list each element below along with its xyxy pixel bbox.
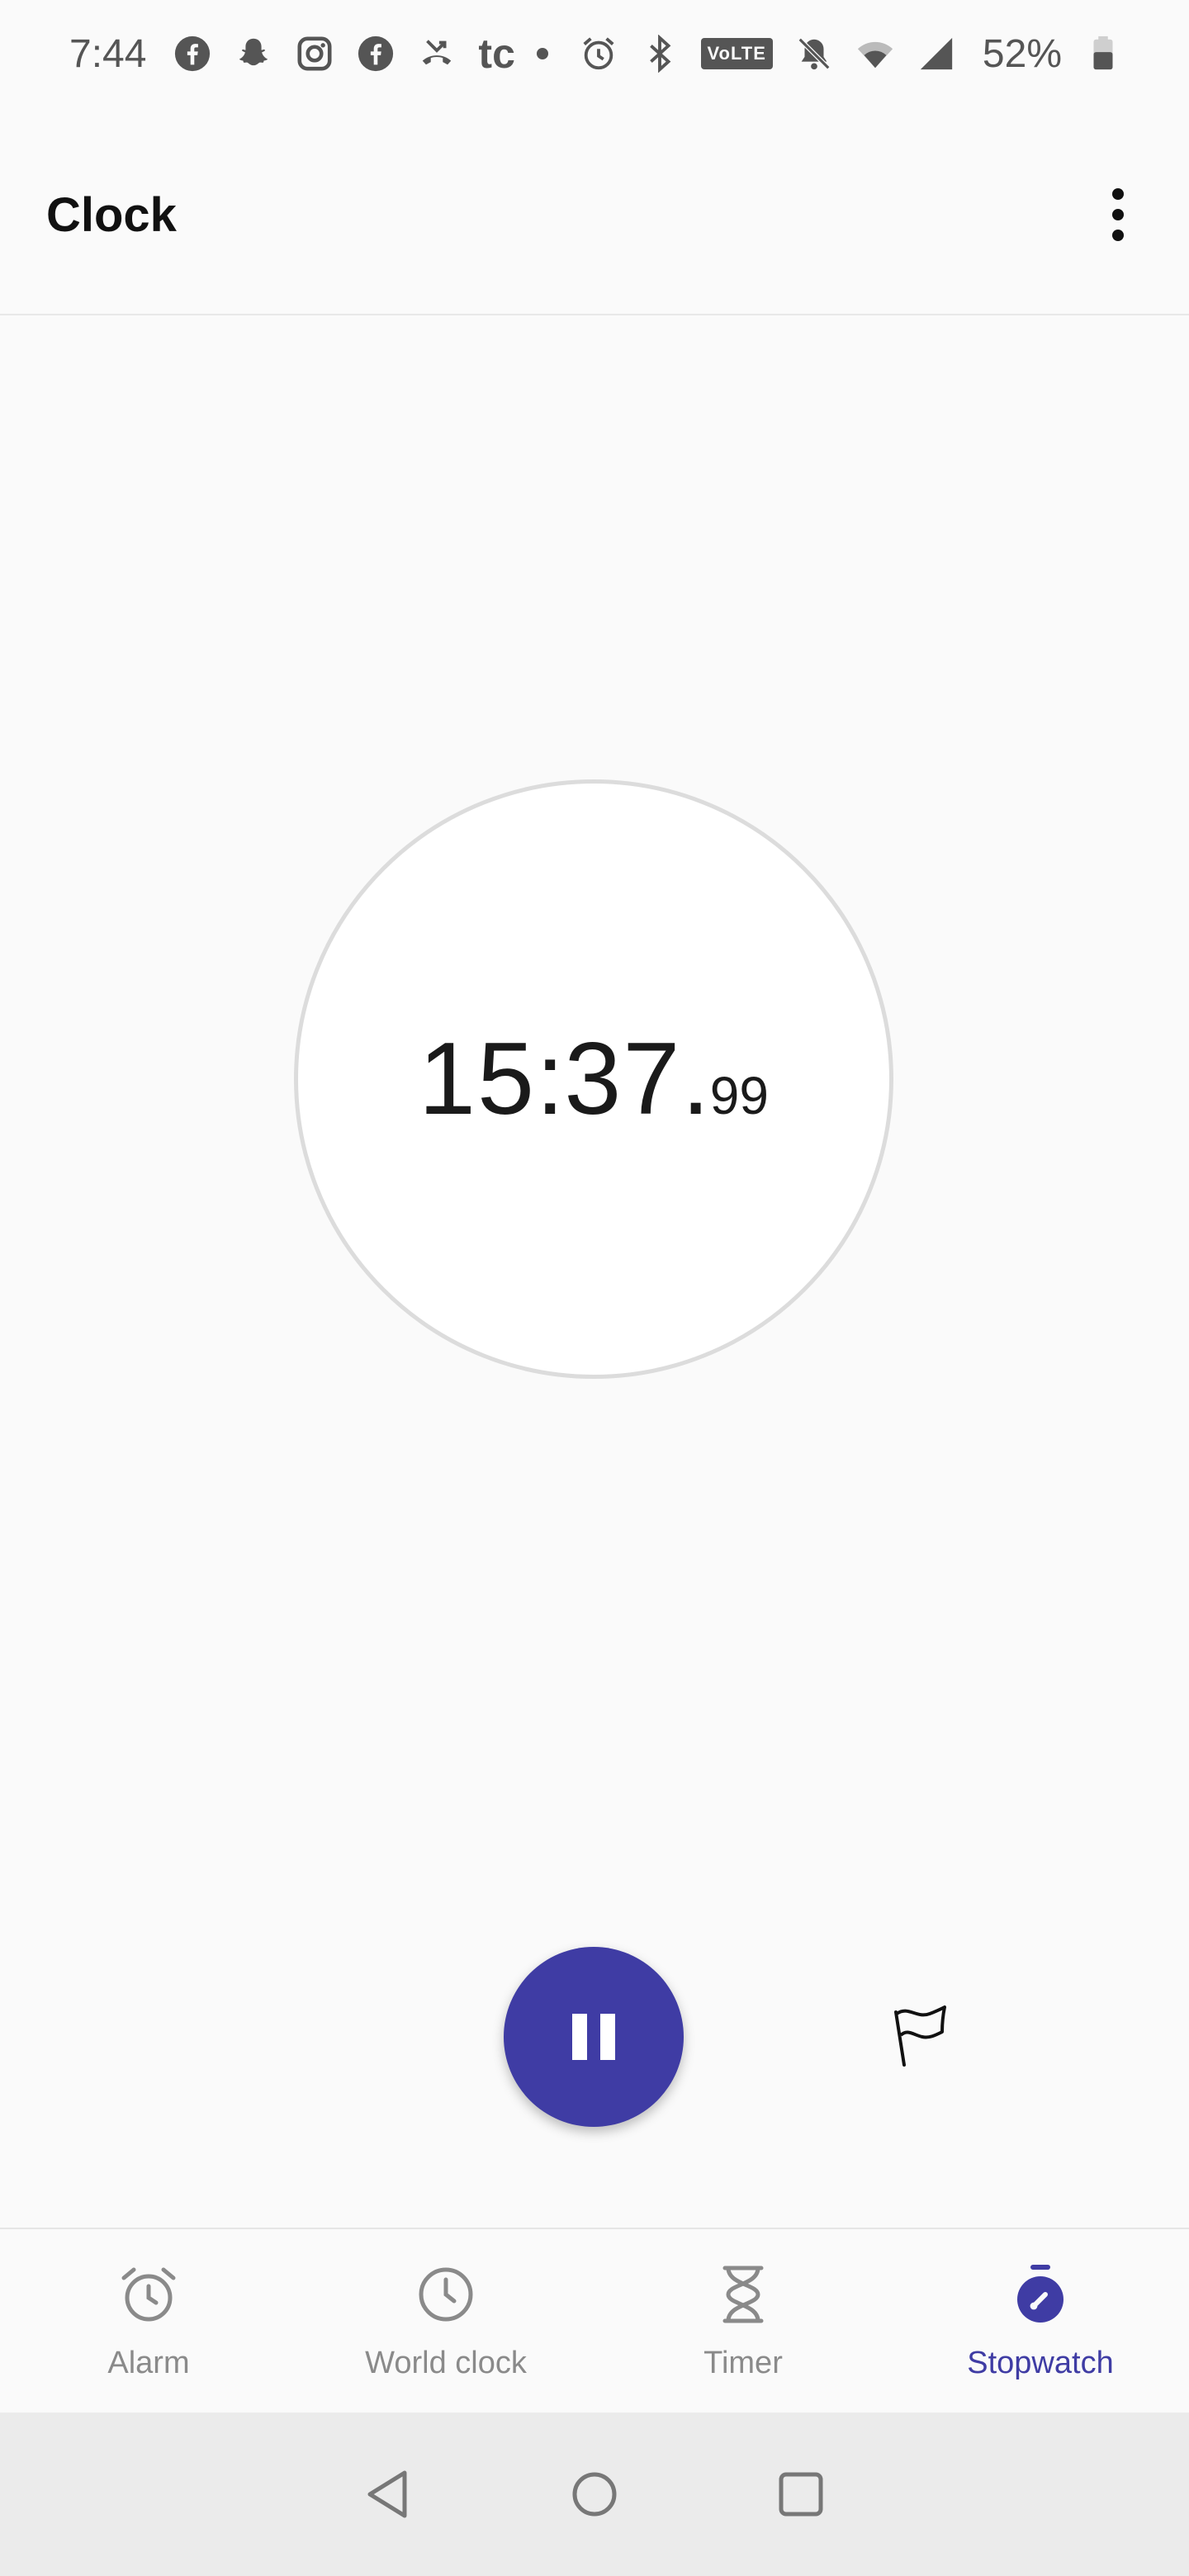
system-navigation-bar (0, 2413, 1189, 2576)
home-button[interactable] (566, 2465, 623, 2523)
stopwatch-separator: : (535, 1022, 565, 1136)
bluetooth-icon (640, 34, 680, 73)
stopwatch-dial: 15 : 37 . 99 (294, 779, 893, 1379)
tab-world-clock[interactable]: World clock (297, 2229, 594, 2413)
alarm-status-icon (579, 34, 618, 73)
notification-icons: tc (173, 30, 548, 78)
bottom-navigation: Alarm World clock Timer Stopwatch (0, 2228, 1189, 2413)
stopwatch-centiseconds: 99 (709, 1066, 769, 1125)
tab-stopwatch[interactable]: Stopwatch (892, 2229, 1189, 2413)
app-bar: Clock (0, 140, 1189, 315)
more-vert-icon (1112, 188, 1124, 241)
back-button[interactable] (359, 2465, 417, 2523)
overflow-menu-button[interactable] (1093, 173, 1143, 256)
recents-button[interactable] (772, 2465, 830, 2523)
flag-icon (894, 2005, 946, 2067)
volte-icon: VoLTE (700, 38, 773, 69)
alarm-icon (116, 2261, 182, 2336)
system-status-icons: VoLTE 52% (579, 31, 1123, 77)
tab-stopwatch-label: Stopwatch (967, 2345, 1114, 2380)
tab-timer-label: Timer (703, 2345, 783, 2380)
snapchat-icon (234, 34, 273, 73)
signal-icon (917, 34, 956, 73)
stopwatch-decimal: . (681, 1022, 710, 1136)
hourglass-icon (710, 2261, 776, 2336)
clock-app-screen: 7:44 tc VoLTE 52% Clock 15: 37 . 99 Ala… (0, 0, 1189, 2576)
tc-icon: tc (478, 31, 515, 77)
pause-icon (572, 2014, 615, 2060)
missed-call-icon (417, 34, 457, 73)
status-bar: 7:44 tc VoLTE 52% (0, 0, 1189, 107)
tab-alarm-label: Alarm (107, 2345, 190, 2380)
stopwatch-time: 15 : 37 . 99 (419, 1020, 769, 1138)
facebook-icon (356, 34, 396, 73)
lap-button[interactable] (885, 1998, 959, 2072)
dot-icon (536, 48, 548, 59)
battery-icon (1083, 34, 1123, 73)
facebook-icon (173, 34, 212, 73)
wifi-icon (855, 34, 895, 73)
clock-icon (413, 2261, 479, 2336)
tab-world-clock-label: World clock (365, 2345, 527, 2380)
status-time: 7:44 (69, 31, 147, 76)
pause-button[interactable] (504, 1947, 684, 2127)
stopwatch-minutes: 15 (419, 1022, 536, 1136)
home-circle-icon (572, 2472, 617, 2517)
stopwatch-seconds: 37 (564, 1022, 682, 1136)
tab-alarm[interactable]: Alarm (0, 2229, 297, 2413)
instagram-icon (295, 34, 334, 73)
page-title: Clock (46, 187, 177, 242)
back-triangle-icon (367, 2470, 407, 2518)
tab-timer[interactable]: Timer (594, 2229, 892, 2413)
stopwatch-icon (1007, 2261, 1073, 2336)
battery-percent: 52% (982, 31, 1062, 76)
mute-icon (794, 34, 834, 73)
recents-square-icon (779, 2472, 823, 2517)
